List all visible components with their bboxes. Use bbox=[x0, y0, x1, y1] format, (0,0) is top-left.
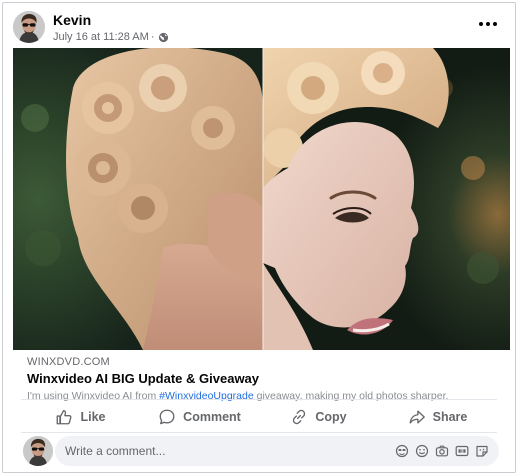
comment-button[interactable]: Comment bbox=[140, 401, 259, 433]
emoji-icon[interactable] bbox=[415, 444, 429, 458]
comment-placeholder: Write a comment... bbox=[65, 444, 166, 458]
link-title[interactable]: Winxvideo AI BIG Update & Giveaway bbox=[27, 371, 491, 386]
link-domain: WINXDVD.COM bbox=[27, 356, 110, 368]
post-image[interactable] bbox=[13, 48, 510, 350]
sticker-icon[interactable] bbox=[475, 444, 489, 458]
copy-button[interactable]: Copy bbox=[259, 401, 378, 433]
comment-input[interactable]: Write a comment... bbox=[55, 436, 499, 466]
author-avatar[interactable] bbox=[13, 11, 45, 43]
link-icon bbox=[293, 409, 306, 425]
like-label: Like bbox=[80, 410, 106, 424]
post-timestamp[interactable]: July 16 at 11:28 AM bbox=[53, 31, 149, 43]
avatar-sticker-icon[interactable] bbox=[395, 444, 409, 458]
post-meta: July 16 at 11:28 AM · bbox=[53, 31, 169, 43]
like-button[interactable]: Like bbox=[21, 401, 140, 433]
actions-divider-bottom bbox=[21, 432, 497, 433]
meta-separator: · bbox=[150, 31, 155, 43]
comment-composer: Write a comment... bbox=[21, 435, 499, 467]
comment-bubble-icon bbox=[159, 409, 175, 425]
thumbs-up-icon bbox=[57, 410, 72, 425]
post-card: Kevin July 16 at 11:28 AM · WINXDVD.COM … bbox=[2, 2, 516, 473]
comment-label: Comment bbox=[183, 410, 241, 424]
globe-icon[interactable] bbox=[158, 32, 169, 43]
author-name[interactable]: Kevin bbox=[53, 12, 91, 28]
share-label: Share bbox=[432, 410, 468, 424]
gif-icon[interactable] bbox=[455, 444, 469, 458]
camera-icon[interactable] bbox=[435, 444, 449, 458]
comment-tools bbox=[395, 444, 499, 458]
share-button[interactable]: Share bbox=[378, 401, 497, 433]
actions-divider-top bbox=[21, 399, 497, 400]
copy-label: Copy bbox=[315, 410, 347, 424]
link-preview[interactable]: WINXDVD.COM Winxvideo AI BIG Update & Gi… bbox=[27, 356, 491, 402]
post-header: Kevin July 16 at 11:28 AM · bbox=[13, 11, 505, 47]
more-options-icon[interactable] bbox=[477, 17, 499, 31]
share-arrow-icon bbox=[409, 410, 425, 424]
commenter-avatar[interactable] bbox=[23, 436, 53, 466]
post-actions: Like Comment Copy Share bbox=[21, 401, 497, 433]
